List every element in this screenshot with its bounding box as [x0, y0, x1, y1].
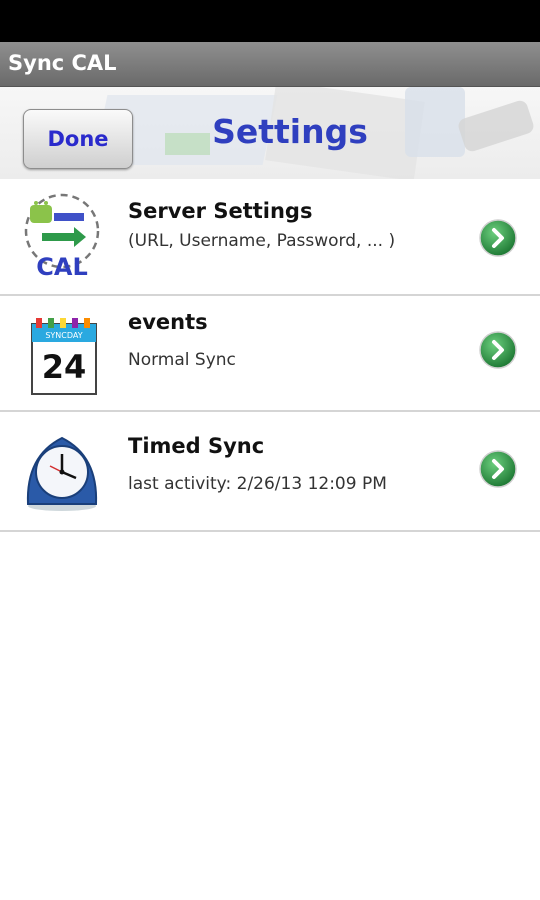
row-title: Timed Sync	[128, 434, 265, 458]
done-button[interactable]: Done	[23, 109, 133, 169]
settings-header: Done Settings	[0, 87, 540, 179]
cal-sync-icon: CAL	[18, 191, 106, 281]
row-title: events	[128, 310, 208, 334]
svg-text:CAL: CAL	[36, 253, 87, 281]
page-title: Settings	[212, 112, 368, 151]
timed-sync-row[interactable]: Timed Sync last activity: 2/26/13 12:09 …	[0, 412, 540, 532]
row-subtitle: Normal Sync	[128, 350, 236, 370]
chevron-right-icon[interactable]	[479, 331, 517, 369]
row-subtitle: last activity: 2/26/13 12:09 PM	[128, 474, 387, 494]
row-title: Server Settings	[128, 199, 313, 223]
app-title: Sync CAL	[8, 51, 117, 75]
calendar-day-number: 24	[42, 348, 87, 386]
server-settings-row[interactable]: CAL Server Settings (URL, Username, Pass…	[0, 179, 540, 296]
status-bar	[0, 0, 540, 42]
calendar-icon: SYNCDAY 24	[18, 308, 106, 398]
chevron-right-icon[interactable]	[479, 450, 517, 488]
settings-list: CAL Server Settings (URL, Username, Pass…	[0, 179, 540, 532]
events-row[interactable]: SYNCDAY 24 events Normal Sync	[0, 296, 540, 412]
alarm-clock-icon	[18, 426, 106, 516]
chevron-right-icon[interactable]	[479, 219, 517, 257]
app-title-bar: Sync CAL	[0, 42, 540, 87]
row-subtitle: (URL, Username, Password, ... )	[128, 231, 396, 251]
header-background-art	[456, 98, 536, 154]
calendar-header-text: SYNCDAY	[45, 331, 82, 340]
